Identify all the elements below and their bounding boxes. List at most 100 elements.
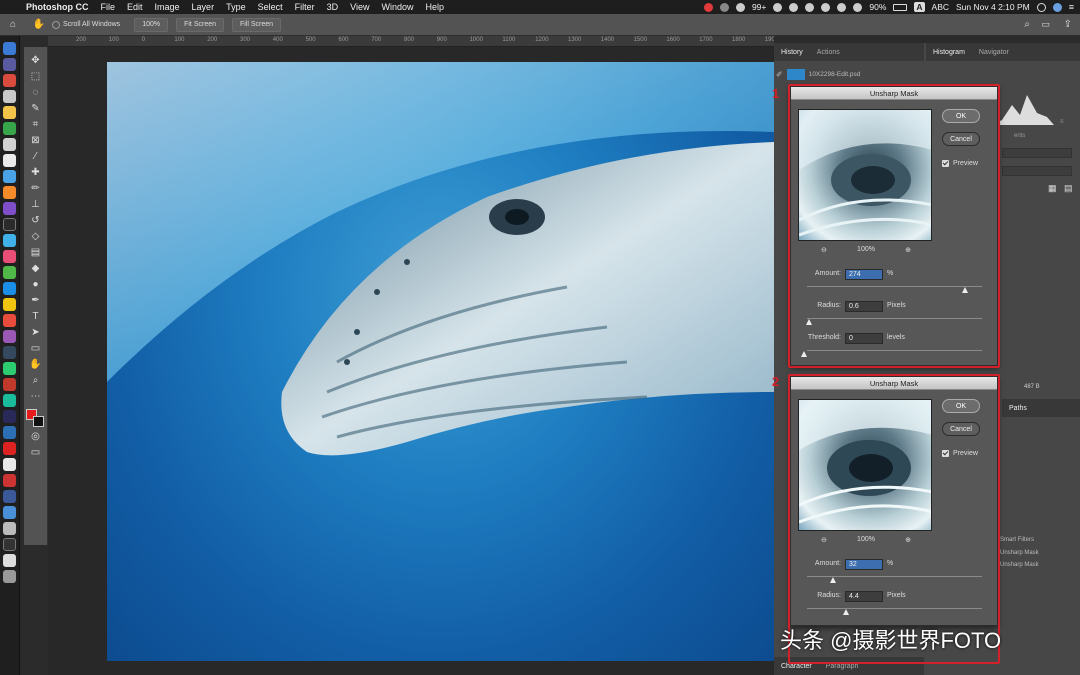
- stamp-tool-icon[interactable]: ⊥: [28, 197, 44, 213]
- volume-icon[interactable]: [837, 2, 847, 12]
- dock-app-icon[interactable]: [3, 538, 16, 551]
- type-tool-icon[interactable]: T: [28, 309, 44, 325]
- history-brush-icon[interactable]: ↺: [28, 213, 44, 229]
- menu-type[interactable]: Type: [226, 2, 246, 12]
- wechat-icon[interactable]: [735, 2, 745, 12]
- menu-layer[interactable]: Layer: [192, 2, 215, 12]
- smart-filters-label[interactable]: Smart Filters: [1000, 537, 1034, 543]
- eyedropper-tool-icon[interactable]: ⁄: [28, 149, 44, 165]
- move-tool-icon[interactable]: ✥: [28, 53, 44, 69]
- opacity-select[interactable]: [1002, 166, 1072, 176]
- menu-file[interactable]: File: [101, 2, 116, 12]
- smart-filter-unsharp-1[interactable]: Unsharp Mask: [1000, 550, 1039, 556]
- dock-app-icon[interactable]: [3, 234, 16, 247]
- search-icon[interactable]: ⌕: [1024, 19, 1030, 30]
- smart-filter-unsharp-2[interactable]: Unsharp Mask: [1000, 562, 1039, 568]
- bluetooth-icon[interactable]: [805, 2, 815, 12]
- lasso-tool-icon[interactable]: ◌: [28, 85, 44, 101]
- menu-help[interactable]: Help: [425, 2, 444, 12]
- workspace-icon[interactable]: ▭: [1041, 19, 1050, 30]
- dock-app-icon[interactable]: [3, 474, 16, 487]
- dock-app-icon[interactable]: [3, 138, 16, 151]
- quick-select-tool-icon[interactable]: ✎: [28, 101, 44, 117]
- dock-app-icon[interactable]: [3, 458, 16, 471]
- sync-icon[interactable]: [773, 2, 783, 12]
- dock-app-icon[interactable]: [3, 490, 16, 503]
- dock-app-icon[interactable]: [3, 202, 16, 215]
- tab-navigator[interactable]: Navigator: [972, 49, 1016, 56]
- zoom-tool-icon[interactable]: ⌕: [28, 373, 44, 389]
- dock-app-icon[interactable]: [3, 330, 16, 343]
- search-icon[interactable]: [1036, 2, 1046, 12]
- healing-brush-icon[interactable]: ✚: [28, 165, 44, 181]
- color-swatches[interactable]: [25, 409, 46, 429]
- menu-view[interactable]: View: [350, 2, 369, 12]
- hand-tool-icon[interactable]: ✋: [28, 357, 44, 373]
- menu-image[interactable]: Image: [155, 2, 180, 12]
- shape-tool-icon[interactable]: ▭: [28, 341, 44, 357]
- eraser-tool-icon[interactable]: ◇: [28, 229, 44, 245]
- dock-app-icon[interactable]: [3, 378, 16, 391]
- background-color-swatch[interactable]: [32, 416, 44, 427]
- dock-app-icon[interactable]: [3, 106, 16, 119]
- path-select-tool-icon[interactable]: ➤: [28, 325, 44, 341]
- dock-app-icon[interactable]: [3, 122, 16, 135]
- clock[interactable]: Sun Nov 4 2:10 PM: [956, 2, 1030, 12]
- tab-paths[interactable]: Paths: [1002, 405, 1034, 412]
- blur-tool-icon[interactable]: ◆: [28, 261, 44, 277]
- hand-tool-icon[interactable]: ✋: [26, 19, 52, 30]
- dock-app-icon[interactable]: [3, 250, 16, 263]
- menu-filter[interactable]: Filter: [295, 2, 315, 12]
- dock-app-icon[interactable]: [3, 154, 16, 167]
- list-view-icon[interactable]: ▤: [1064, 183, 1073, 194]
- dock-app-icon[interactable]: [3, 218, 16, 231]
- dock-app-icon[interactable]: [3, 506, 16, 519]
- dock-app-icon[interactable]: [3, 90, 16, 103]
- panel-menu-icon[interactable]: ≡: [1060, 119, 1064, 125]
- scroll-all-windows-checkbox[interactable]: Scroll All Windows: [52, 20, 120, 29]
- fill-screen-button[interactable]: Fill Screen: [232, 17, 282, 32]
- crop-tool-icon[interactable]: ⌗: [28, 117, 44, 133]
- pen-tool-icon[interactable]: ✒: [28, 293, 44, 309]
- frame-tool-icon[interactable]: ⊠: [28, 133, 44, 149]
- menu-edit[interactable]: Edit: [127, 2, 143, 12]
- wifi-icon[interactable]: [853, 2, 863, 12]
- dock-app-icon[interactable]: [3, 442, 16, 455]
- share-icon[interactable]: ⇪: [1064, 19, 1072, 30]
- whale-photo[interactable]: [107, 62, 774, 661]
- dock-app-icon[interactable]: [3, 42, 16, 55]
- dock-app-icon[interactable]: [3, 426, 16, 439]
- dock-app-icon[interactable]: [3, 266, 16, 279]
- dock-app-icon[interactable]: [3, 346, 16, 359]
- edit-toolbar-icon[interactable]: ⋯: [28, 389, 44, 405]
- dock-app-icon[interactable]: [3, 362, 16, 375]
- dock-app-icon[interactable]: [3, 554, 16, 567]
- dock-app-icon[interactable]: [3, 522, 16, 535]
- blend-mode-select[interactable]: [1002, 148, 1072, 158]
- home-icon[interactable]: ⌂: [0, 19, 26, 30]
- time-machine-icon[interactable]: [821, 2, 831, 12]
- menu-3d[interactable]: 3D: [327, 2, 339, 12]
- menu-window[interactable]: Window: [381, 2, 413, 12]
- app-name[interactable]: Photoshop CC: [26, 2, 89, 12]
- dock-app-icon[interactable]: [3, 410, 16, 423]
- dock-app-icon[interactable]: [3, 282, 16, 295]
- zoom-100-button[interactable]: 100%: [134, 17, 169, 32]
- grid-view-icon[interactable]: ▦: [1048, 183, 1057, 194]
- red-star-icon[interactable]: [703, 2, 713, 12]
- history-state-row[interactable]: ✐ 10X2298-Edit.psd: [776, 67, 922, 81]
- quick-mask-icon[interactable]: ◎: [28, 429, 44, 445]
- user-avatar-icon[interactable]: [1052, 2, 1062, 12]
- dodge-tool-icon[interactable]: ●: [28, 277, 44, 293]
- screen-mode-icon[interactable]: ▭: [28, 445, 44, 461]
- tab-history[interactable]: History: [774, 49, 810, 56]
- menu-select[interactable]: Select: [258, 2, 283, 12]
- dock-app-icon[interactable]: [3, 298, 16, 311]
- app-status-icon[interactable]: [719, 2, 729, 12]
- dock-app-icon[interactable]: [3, 74, 16, 87]
- tab-actions[interactable]: Actions: [810, 49, 847, 56]
- spotlight-app-icon[interactable]: [789, 2, 799, 12]
- notification-center-icon[interactable]: ≡: [1069, 2, 1074, 12]
- input-source-icon[interactable]: A: [914, 2, 925, 12]
- dock-app-icon[interactable]: [3, 314, 16, 327]
